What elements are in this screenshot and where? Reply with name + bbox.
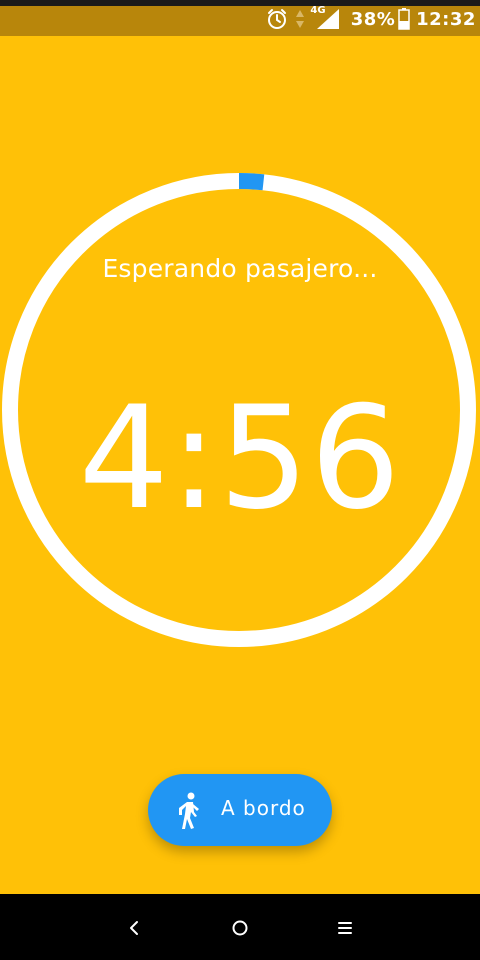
battery-icon	[396, 6, 412, 32]
waiting-status: Esperando pasajero...	[102, 254, 378, 283]
data-arrows-icon	[294, 6, 306, 32]
recents-button[interactable]	[325, 908, 365, 948]
alarm-icon	[264, 6, 290, 32]
ring-progress	[238, 173, 265, 191]
home-button[interactable]	[220, 908, 260, 948]
navigation-bar	[0, 894, 480, 960]
walking-person-icon	[176, 792, 204, 830]
recents-icon	[338, 922, 352, 934]
on-board-button[interactable]: A bordo	[148, 774, 332, 846]
home-icon	[232, 920, 248, 936]
waiting-screen: Esperando pasajero... 4:56	[0, 36, 480, 894]
back-icon	[130, 921, 138, 935]
network-type: 4G	[310, 4, 326, 16]
countdown-timer: 4:56	[78, 376, 402, 541]
status-bar: 4G 38% 12:32	[0, 0, 480, 36]
battery-percent: 38%	[350, 8, 396, 30]
on-board-label: A bordo	[221, 796, 306, 820]
back-button[interactable]	[114, 908, 154, 948]
clock: 12:32	[416, 8, 476, 30]
